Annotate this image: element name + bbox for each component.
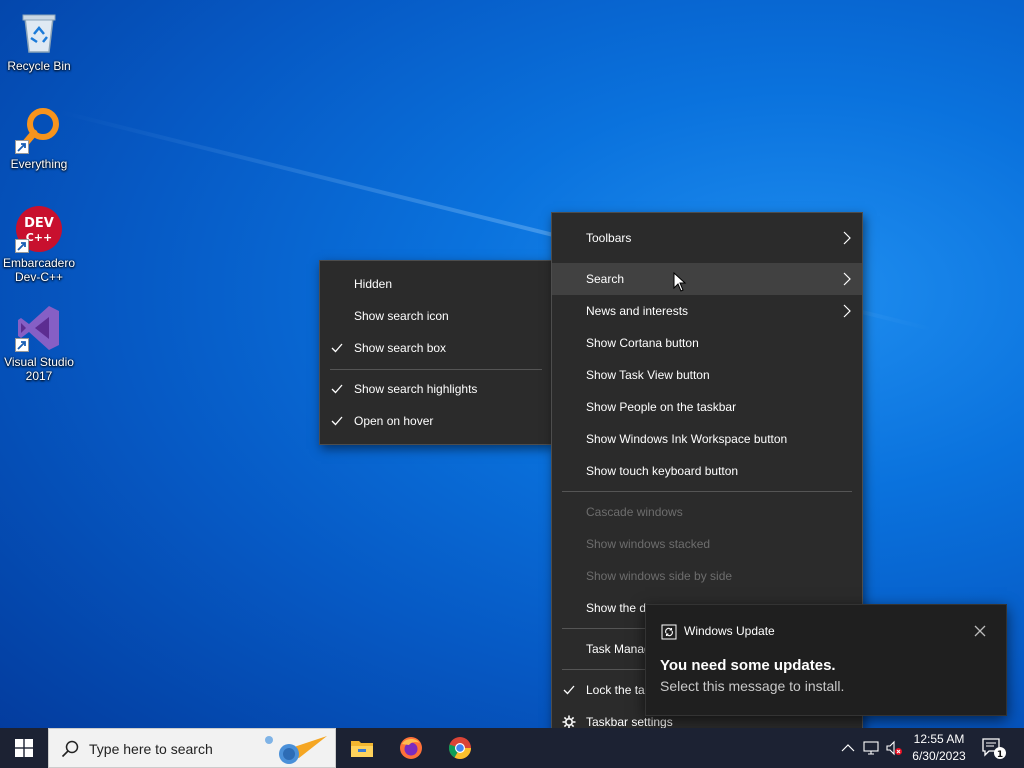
taskbar-app-firefox[interactable] <box>387 728 435 768</box>
menu-item-show-touch-keyboard[interactable]: Show touch keyboard button <box>552 455 862 487</box>
menu-item-show-search-box[interactable]: Show search box <box>320 332 552 364</box>
network-icon[interactable] <box>863 740 879 756</box>
search-highlight-illustration-icon <box>265 736 327 764</box>
windows-update-icon <box>661 624 677 640</box>
clock-date: 6/30/2023 <box>912 749 966 763</box>
search-submenu: Hidden Show search icon Show search box … <box>319 260 553 445</box>
menu-item-label: Show windows stacked <box>586 537 711 551</box>
chevron-right-icon <box>843 231 851 245</box>
menu-item-label: Show touch keyboard button <box>586 464 739 478</box>
menu-item-toolbars[interactable]: Toolbars <box>552 222 862 254</box>
desktop-icon-recycle-bin[interactable]: Recycle Bin <box>2 8 76 73</box>
menu-item-label: Show the d <box>586 601 647 615</box>
toast-body: Select this message to install. <box>660 678 845 694</box>
devcpp-badge-line1: DEV <box>24 216 54 231</box>
menu-item-show-windows-stacked: Show windows stacked <box>552 528 862 560</box>
menu-item-label: Search <box>586 272 625 286</box>
close-icon[interactable] <box>972 623 988 639</box>
chrome-icon <box>448 737 471 759</box>
notification-count: 1 <box>997 750 1003 760</box>
menu-item-search[interactable]: Search <box>552 263 862 295</box>
menu-item-label: Show search highlights <box>354 382 478 396</box>
menu-item-label: Toolbars <box>586 231 632 245</box>
menu-separator <box>330 369 542 370</box>
menu-separator <box>562 491 852 492</box>
desktop-icon-label: Recycle Bin <box>7 59 71 73</box>
chevron-up-icon[interactable] <box>840 740 856 756</box>
menu-item-show-task-view-button[interactable]: Show Task View button <box>552 359 862 391</box>
menu-item-label: Open on hover <box>354 414 434 428</box>
checkmark-icon <box>331 343 343 353</box>
clock-time: 12:55 AM <box>913 732 965 746</box>
search-icon <box>61 740 79 758</box>
taskbar[interactable]: Type here to search 12:55 AM 6/30/2023 1 <box>0 728 1024 768</box>
menu-item-hidden[interactable]: Hidden <box>320 268 552 300</box>
taskbar-clock[interactable]: 12:55 AM 6/30/2023 <box>904 731 974 765</box>
menu-item-show-ink-workspace[interactable]: Show Windows Ink Workspace button <box>552 423 862 455</box>
menu-item-show-search-highlights[interactable]: Show search highlights <box>320 373 552 405</box>
mouse-cursor-icon <box>673 272 687 292</box>
taskbar-search-box[interactable]: Type here to search <box>48 728 336 768</box>
toast-title: You need some updates. <box>660 657 836 674</box>
menu-item-label: Show search icon <box>354 309 449 323</box>
menu-item-label: Task Manag <box>586 642 651 656</box>
menu-item-label: Cascade windows <box>586 505 683 519</box>
menu-item-label: Show search box <box>354 341 447 355</box>
menu-item-show-cortana-button[interactable]: Show Cortana button <box>552 327 862 359</box>
shortcut-arrow-icon <box>15 338 29 352</box>
everything-search-icon <box>15 106 63 154</box>
shortcut-arrow-icon <box>15 239 29 253</box>
toast-app-name: Windows Update <box>684 624 775 638</box>
menu-item-label: Show People on the taskbar <box>586 400 737 414</box>
menu-item-label: Lock the ta <box>586 683 645 697</box>
desktop-icon-everything[interactable]: Everything <box>2 106 76 171</box>
desktop-icon-visual-studio[interactable]: Visual Studio 2017 <box>2 304 76 383</box>
menu-item-news-and-interests[interactable]: News and interests <box>552 295 862 327</box>
menu-item-show-search-icon[interactable]: Show search icon <box>320 300 552 332</box>
action-center-button[interactable]: 1 <box>980 736 1006 760</box>
notification-icon: 1 <box>982 738 1006 760</box>
file-explorer-icon <box>351 741 373 757</box>
menu-item-label: Show Cortana button <box>586 336 699 350</box>
chevron-right-icon <box>843 304 851 318</box>
menu-item-label: Show Task View button <box>586 368 710 382</box>
checkmark-icon <box>331 384 343 394</box>
desktop-icon-devcpp[interactable]: DEV C++ Embarcadero Dev-C++ <box>2 205 76 284</box>
volume-muted-icon[interactable] <box>886 740 902 756</box>
start-button[interactable] <box>0 728 48 768</box>
desktop-icon-label: Visual Studio 2017 <box>4 355 74 383</box>
menu-item-label: Show Windows Ink Workspace button <box>586 432 788 446</box>
checkmark-icon <box>563 685 575 695</box>
recycle-bin-icon <box>15 8 63 56</box>
windows-logo-icon <box>15 739 33 757</box>
desktop-icon-label: Embarcadero Dev-C++ <box>2 256 76 284</box>
devcpp-badge-line2: C++ <box>26 231 53 244</box>
devcpp-icon: DEV C++ <box>15 205 63 253</box>
shortcut-arrow-icon <box>15 140 29 154</box>
menu-item-show-people[interactable]: Show People on the taskbar <box>552 391 862 423</box>
taskbar-app-file-explorer[interactable] <box>338 728 386 768</box>
menu-item-label: News and interests <box>586 304 689 318</box>
menu-item-label: Hidden <box>354 277 393 291</box>
windows-update-toast[interactable]: Windows Update You need some updates. Se… <box>645 604 1007 716</box>
menu-item-open-on-hover[interactable]: Open on hover <box>320 405 552 437</box>
search-placeholder: Type here to search <box>89 741 213 757</box>
firefox-icon <box>400 737 422 759</box>
menu-item-label: Show windows side by side <box>586 569 733 583</box>
checkmark-icon <box>331 416 343 426</box>
desktop-icon-label: Everything <box>10 157 68 171</box>
menu-item-show-windows-side-by-side: Show windows side by side <box>552 560 862 592</box>
gear-icon <box>562 715 576 729</box>
menu-item-cascade-windows: Cascade windows <box>552 496 862 528</box>
chevron-right-icon <box>843 272 851 286</box>
taskbar-app-chrome[interactable] <box>436 728 484 768</box>
visual-studio-icon <box>15 304 63 352</box>
